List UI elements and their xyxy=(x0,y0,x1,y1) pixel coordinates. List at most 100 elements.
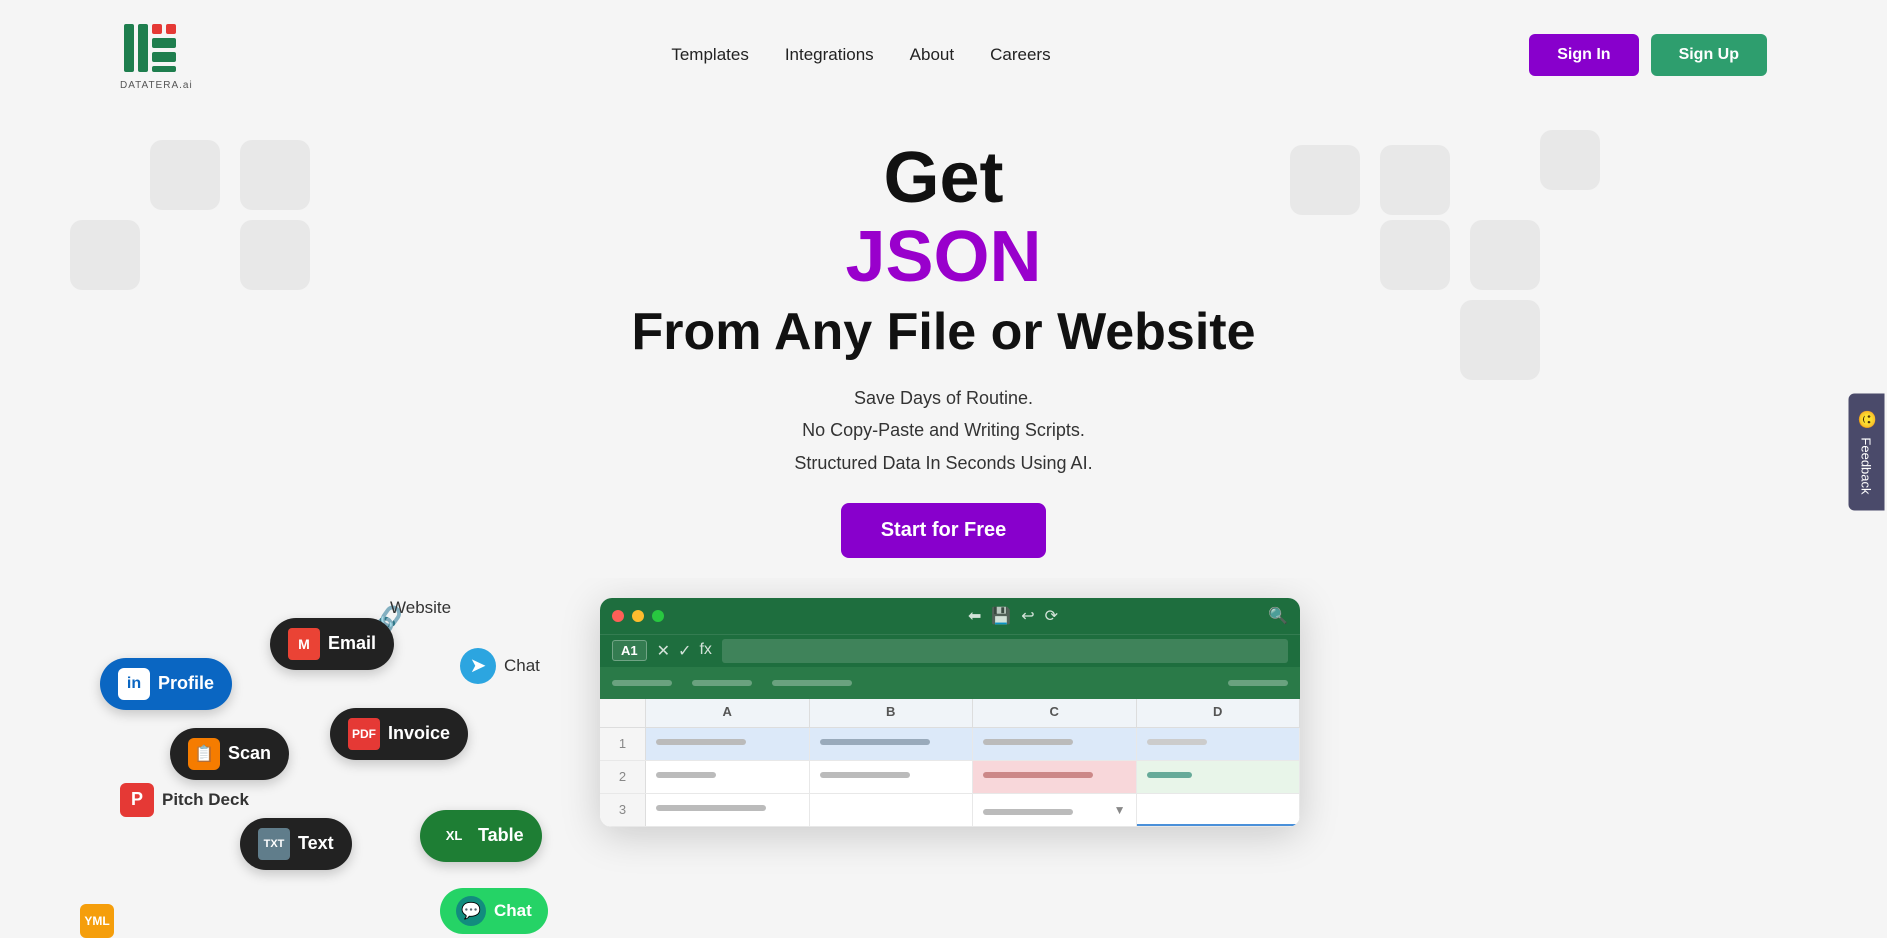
yml-label: YML xyxy=(80,904,114,938)
badge-whatsapp-chat: 💬 Chat xyxy=(440,888,548,934)
feedback-label: Feedback xyxy=(1859,437,1874,494)
col-header-b: B xyxy=(810,699,974,727)
hero-desc-line1: Save Days of Routine. xyxy=(854,388,1033,408)
gmail-icon: M xyxy=(288,628,320,660)
signin-button[interactable]: Sign In xyxy=(1529,34,1638,76)
hero-description: Save Days of Routine. No Copy-Paste and … xyxy=(20,382,1867,479)
col-header-c: C xyxy=(973,699,1137,727)
badge-invoice: PDF Invoice xyxy=(330,708,468,760)
sheet-formula-bar: A1 ✕ ✓ fx xyxy=(600,634,1300,667)
chat-label-bottom: Chat xyxy=(494,901,532,921)
nav-link-careers[interactable]: Careers xyxy=(990,45,1050,65)
bottom-section: 🔗 Website in Profile M Email ➤ Chat 📋 Sc… xyxy=(0,578,1887,938)
col-header-a: A xyxy=(646,699,810,727)
nav-link-integrations[interactable]: Integrations xyxy=(785,45,874,65)
feedback-tab[interactable]: 🙂 Feedback xyxy=(1848,393,1884,510)
cell-b3[interactable] xyxy=(810,794,974,826)
window-close-dot xyxy=(612,610,624,622)
formula-input[interactable] xyxy=(722,639,1288,663)
sheet-save-icon: 💾 xyxy=(991,606,1011,626)
spreadsheet-mockup: ⬅ 💾 ↩ ⟳ 🔍 A1 ✕ ✓ fx xyxy=(600,598,1300,827)
sheet-bar-item xyxy=(772,680,852,686)
badge-scan-label: Scan xyxy=(228,743,271,764)
sheet-bar-item xyxy=(612,680,672,686)
badge-text-label: Text xyxy=(298,833,334,854)
pdf-icon: PDF xyxy=(348,718,380,750)
badge-telegram-chat: ➤ Chat xyxy=(460,648,540,684)
cell-a1[interactable] xyxy=(646,728,810,760)
cell-c3[interactable]: ▼ xyxy=(973,794,1137,826)
hero-desc-line3: Structured Data In Seconds Using AI. xyxy=(794,453,1092,473)
formula-fx-icon: fx xyxy=(699,641,711,661)
cell-c2[interactable] xyxy=(973,761,1137,793)
sheet-bar-item xyxy=(692,680,752,686)
badge-email: M Email xyxy=(270,618,394,670)
row-number: 1 xyxy=(600,728,646,760)
telegram-icon: ➤ xyxy=(460,648,496,684)
floating-badges: 🔗 Website in Profile M Email ➤ Chat 📋 Sc… xyxy=(80,598,560,938)
badge-invoice-label: Invoice xyxy=(388,723,450,744)
cell-b2[interactable] xyxy=(810,761,974,793)
start-for-free-button[interactable]: Start for Free xyxy=(841,503,1047,558)
row-number: 2 xyxy=(600,761,646,793)
sheet-header-row: A B C D xyxy=(600,699,1300,728)
hero-subtitle: From Any File or Website xyxy=(20,301,1867,363)
linkedin-icon: in xyxy=(118,668,150,700)
nav-links: Templates Integrations About Careers xyxy=(671,45,1050,65)
table-row: 3 ▼ xyxy=(600,794,1300,827)
website-label: Website xyxy=(390,598,451,618)
sheet-secondary-bar xyxy=(600,667,1300,699)
badge-table-label: Table xyxy=(478,825,524,846)
cell-c1[interactable] xyxy=(973,728,1137,760)
window-minimize-dot xyxy=(632,610,644,622)
sheet-bar-item xyxy=(1228,680,1288,686)
nav-link-about[interactable]: About xyxy=(910,45,954,65)
cell-d2[interactable] xyxy=(1137,761,1301,793)
formula-icons: ✕ ✓ fx xyxy=(657,641,712,661)
cell-a2[interactable] xyxy=(646,761,810,793)
powerpoint-icon: P xyxy=(120,783,154,817)
row-number: 3 xyxy=(600,794,646,826)
table-row: 2 xyxy=(600,761,1300,794)
cell-d1[interactable] xyxy=(1137,728,1301,760)
cell-a3[interactable] xyxy=(646,794,810,826)
cell-b1[interactable] xyxy=(810,728,974,760)
logo[interactable]: DATATERA.ai xyxy=(120,18,193,91)
table-row: 1 xyxy=(600,728,1300,761)
logo-icon xyxy=(120,18,180,78)
sheet-refresh-icon: ⟳ xyxy=(1045,606,1058,626)
badge-text: TXT Text xyxy=(240,818,352,870)
excel-icon: XL xyxy=(438,820,470,852)
sheet-titlebar: ⬅ 💾 ↩ ⟳ 🔍 xyxy=(600,598,1300,634)
hero-get: Get xyxy=(20,139,1867,218)
corner-header xyxy=(600,699,646,727)
cell-reference: A1 xyxy=(612,640,647,661)
feedback-emoji: 🙂 xyxy=(1856,409,1876,429)
sheet-toolbar-icons: ⬅ 💾 ↩ ⟳ 🔍 xyxy=(968,606,1288,626)
scan-icon: 📋 xyxy=(188,738,220,770)
badge-email-label: Email xyxy=(328,633,376,654)
sheet-undo-icon: ↩ xyxy=(1021,606,1034,626)
nav-link-templates[interactable]: Templates xyxy=(671,45,748,65)
cell-d3[interactable] xyxy=(1137,794,1301,826)
window-maximize-dot xyxy=(652,610,664,622)
badge-linkedin-label: Profile xyxy=(158,673,214,694)
hero-json: JSON xyxy=(20,218,1867,297)
formula-check-icon: ✓ xyxy=(678,641,691,661)
col-header-d: D xyxy=(1137,699,1301,727)
pitchdeck-label: Pitch Deck xyxy=(162,790,249,810)
badge-table: XL Table xyxy=(420,810,542,862)
badge-scan: 📋 Scan xyxy=(170,728,289,780)
navbar: DATATERA.ai Templates Integrations About… xyxy=(0,0,1887,109)
signup-button[interactable]: Sign Up xyxy=(1651,34,1767,76)
txt-icon: TXT xyxy=(258,828,290,860)
sheet-search-icon: 🔍 xyxy=(1268,606,1288,626)
whatsapp-icon: 💬 xyxy=(456,896,486,926)
badge-pitchdeck: P Pitch Deck xyxy=(120,783,249,817)
sheet-nav-icon: ⬅ xyxy=(968,606,981,626)
hero-section: Get JSON From Any File or Website Save D… xyxy=(0,109,1887,578)
formula-x-icon: ✕ xyxy=(657,641,670,661)
sheet-grid: A B C D 1 2 3 xyxy=(600,699,1300,827)
chat-label-top: Chat xyxy=(504,656,540,676)
yml-icon: YML xyxy=(80,904,114,938)
